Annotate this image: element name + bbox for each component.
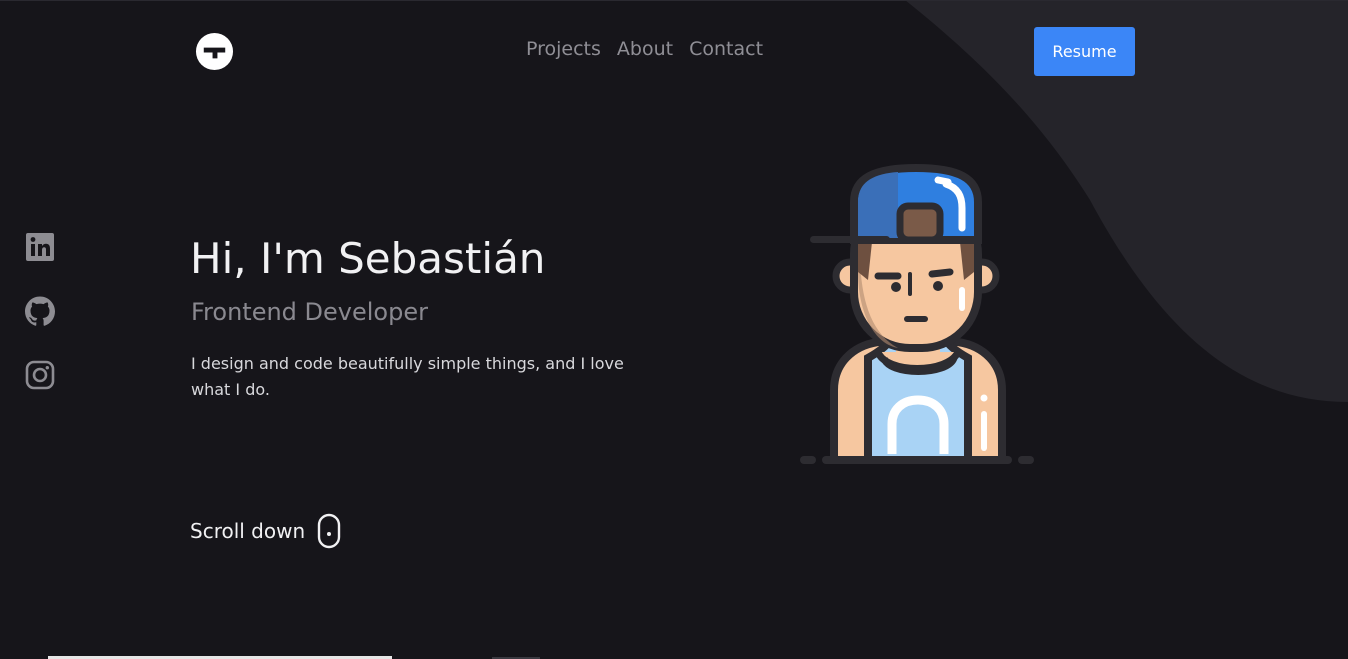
main-nav: Projects About Contact bbox=[526, 38, 763, 60]
hero-subtitle: Frontend Developer bbox=[191, 298, 428, 326]
social-links bbox=[24, 231, 56, 423]
portfolio-page: Projects About Contact Resume Hi, I'm Se… bbox=[0, 0, 1348, 659]
linkedin-icon[interactable] bbox=[24, 231, 56, 263]
scroll-down-label: Scroll down bbox=[190, 519, 306, 543]
avatar-illustration bbox=[800, 163, 1034, 464]
background-curve-shape bbox=[905, 0, 1348, 402]
scroll-down-link[interactable]: Scroll down bbox=[190, 513, 341, 549]
top-border bbox=[0, 0, 1348, 1]
nav-link-projects[interactable]: Projects bbox=[526, 38, 601, 60]
mouse-icon bbox=[317, 513, 341, 549]
hero-title: Hi, I'm Sebastián bbox=[190, 234, 546, 283]
resume-button[interactable]: Resume bbox=[1034, 27, 1135, 76]
hero-description: I design and code beautifully simple thi… bbox=[191, 354, 624, 399]
instagram-icon[interactable] bbox=[24, 359, 56, 391]
nav-link-about[interactable]: About bbox=[617, 38, 673, 60]
nav-link-contact[interactable]: Contact bbox=[689, 38, 763, 60]
github-icon[interactable] bbox=[24, 295, 56, 327]
g-logo-icon[interactable] bbox=[195, 32, 234, 71]
